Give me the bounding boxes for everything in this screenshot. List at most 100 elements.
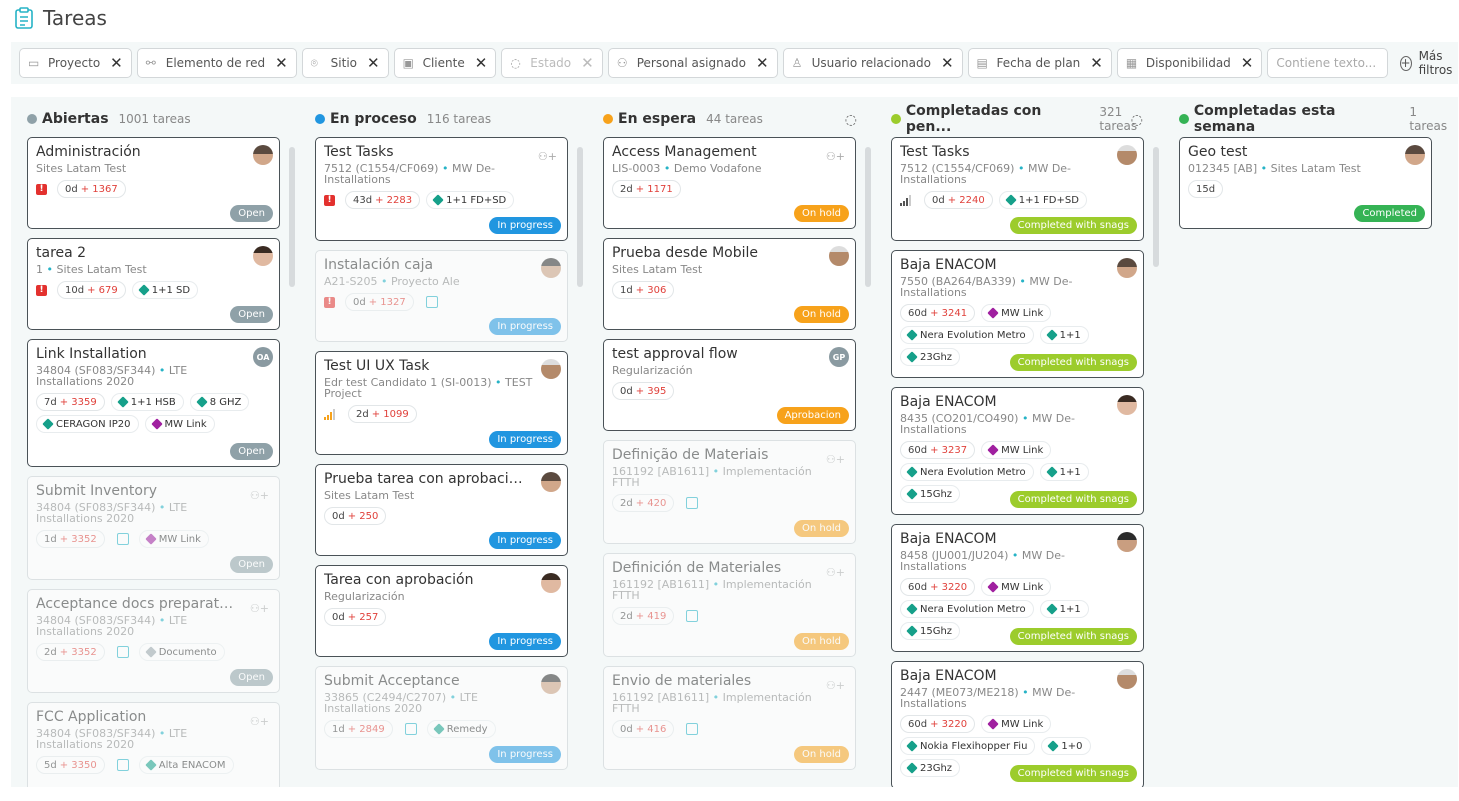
avatar[interactable]: GP xyxy=(829,347,849,367)
task-card[interactable]: Geo test 012345 [AB] • Sites Latam Test 15… xyxy=(1179,137,1432,229)
task-card[interactable]: Test Tasks 7512 (C1554/CF069) • MW De-Ins… xyxy=(315,137,568,241)
avatar[interactable] xyxy=(1117,145,1137,165)
task-card[interactable]: Prueba tarea con aprobación Sites Latam T… xyxy=(315,464,568,556)
task-card[interactable]: Access Management LIS-0003 • Demo Vodafon… xyxy=(603,137,856,229)
filter-chip-label: Personal asignado xyxy=(636,56,747,70)
task-card[interactable]: Baja ENACOM 8435 (CO201/CO490) • MW De-In… xyxy=(891,387,1144,515)
task-card[interactable]: Prueba desde Mobile Sites Latam Test 1d + 3… xyxy=(603,238,856,330)
status-label: In progress xyxy=(497,749,553,760)
task-card[interactable]: Submit Acceptance 33865 (C2494/C2707) • L… xyxy=(315,666,568,770)
filter-chip-sitio[interactable]: ⌾ Sitio ✕ xyxy=(301,48,389,78)
close-icon[interactable]: ✕ xyxy=(941,55,954,71)
avatar[interactable] xyxy=(541,472,561,492)
more-filters-button[interactable]: + Más filtros xyxy=(1399,49,1459,77)
filter-chip-label: Proyecto xyxy=(48,56,101,70)
avatar[interactable] xyxy=(253,246,273,266)
separator-dot-icon: • xyxy=(1015,275,1030,288)
avatar[interactable] xyxy=(541,573,561,593)
task-card[interactable]: Baja ENACOM 8458 (JU001/JU204) • MW De-In… xyxy=(891,524,1144,652)
scrollbar[interactable] xyxy=(1153,147,1159,267)
task-card[interactable]: Test Tasks 7512 (C1554/CF069) • MW De-Ins… xyxy=(891,137,1144,241)
status-dot-icon xyxy=(315,114,325,124)
close-icon[interactable]: ✕ xyxy=(110,55,123,71)
avatar[interactable] xyxy=(829,246,849,266)
filter-chip-label: Disponibilidad xyxy=(1145,56,1231,70)
avatar[interactable] xyxy=(1117,395,1137,415)
avatar[interactable] xyxy=(1117,258,1137,278)
close-icon[interactable]: ✕ xyxy=(475,55,488,71)
task-card[interactable]: Test UI UX Task Edr test Candidato 1 (SI-… xyxy=(315,351,568,455)
status-label: Open xyxy=(238,208,265,219)
task-card[interactable]: Baja ENACOM 2447 (ME073/ME218) • MW De-In… xyxy=(891,661,1144,787)
filter-chip-elemento-de-red[interactable]: ⚯ Elemento de red ✕ xyxy=(136,48,297,78)
task-project: Demo Vodafone xyxy=(673,162,762,175)
task-meta-row: 2d + 420 xyxy=(612,494,847,516)
tag-chip: 15Ghz xyxy=(900,485,961,503)
add-user-icon[interactable]: ⚇+ xyxy=(538,150,557,163)
eye-off-icon[interactable]: ◌ xyxy=(1131,112,1143,128)
duration-overdue: + 257 xyxy=(347,611,379,623)
user-icon: ♙ xyxy=(791,56,803,70)
avatar[interactable] xyxy=(253,145,273,165)
filter-chip-usuario-relacionado[interactable]: ♙ Usuario relacionado ✕ xyxy=(782,48,963,78)
filter-chip-estado[interactable]: ◌ Estado ✕ xyxy=(501,48,603,78)
close-icon[interactable]: ✕ xyxy=(581,55,594,71)
tag-icon xyxy=(1045,603,1058,615)
tag-icon xyxy=(987,307,999,319)
close-icon[interactable]: ✕ xyxy=(1241,55,1254,71)
task-card[interactable]: Envio de materiales 161192 [AB1611] • Imp… xyxy=(603,666,856,770)
tag-icon xyxy=(145,533,157,545)
eye-off-icon[interactable]: ◌ xyxy=(845,112,857,128)
avatar[interactable] xyxy=(541,359,561,379)
task-card[interactable]: tarea 2 1 • Sites Latam Test! 10d + 679 1+1 … xyxy=(27,238,280,330)
filter-chip-label: Sitio xyxy=(330,56,357,70)
scrollbar[interactable] xyxy=(289,147,295,287)
add-user-icon[interactable]: ⚇+ xyxy=(826,566,845,579)
add-user-icon[interactable]: ⚇+ xyxy=(250,715,269,728)
filter-chip-label: Usuario relacionado xyxy=(811,56,931,70)
scrollbar[interactable] xyxy=(577,147,583,287)
add-user-icon[interactable]: ⚇+ xyxy=(826,453,845,466)
task-card[interactable]: Tarea con aprobación Regularización 0d + 25… xyxy=(315,565,568,657)
filter-chip-disponibilidad[interactable]: ▦ Disponibilidad ✕ xyxy=(1116,48,1263,78)
filter-chip-personal-asignado[interactable]: ⚇ Personal asignado ✕ xyxy=(607,48,778,78)
duration-overdue: + 3241 xyxy=(930,307,968,319)
task-card[interactable]: Link Installation 34804 (SF083/SF344) • L… xyxy=(27,339,280,467)
avatar[interactable] xyxy=(541,674,561,694)
close-icon[interactable]: ✕ xyxy=(275,55,288,71)
search-input[interactable]: Contiene texto... xyxy=(1267,48,1388,78)
avatar[interactable] xyxy=(1405,145,1425,165)
signal-bars-icon xyxy=(900,194,912,206)
separator-dot-icon: • xyxy=(1257,162,1271,175)
task-card[interactable]: Administración Sites Latam Test! 0d + 1367 O… xyxy=(27,137,280,229)
avatar[interactable] xyxy=(1117,669,1137,689)
add-user-icon[interactable]: ⚇+ xyxy=(826,150,845,163)
calendar-check-icon: ▦ xyxy=(1125,56,1138,70)
column-count: 1 tareas xyxy=(1409,105,1448,133)
close-icon[interactable]: ✕ xyxy=(1090,55,1103,71)
add-user-icon[interactable]: ⚇+ xyxy=(826,679,845,692)
task-subtitle: Edr test Candidato 1 (SI-0013) • TEST Pr… xyxy=(324,377,539,399)
task-card[interactable]: Submit Inventory 34804 (SF083/SF344) • LT… xyxy=(27,476,280,580)
close-icon[interactable]: ✕ xyxy=(367,55,380,71)
task-card[interactable]: Definición de Materiales 161192 [AB1611] … xyxy=(603,553,856,657)
duration-overdue: + 416 xyxy=(635,723,667,735)
task-card[interactable]: Definição de Materiais 161192 [AB1611] • … xyxy=(603,440,856,544)
task-card[interactable]: FCC Application 34804 (SF083/SF344) • LTE… xyxy=(27,702,280,787)
avatar[interactable] xyxy=(1117,532,1137,552)
filter-chip-cliente[interactable]: ▣ Cliente ✕ xyxy=(393,48,497,78)
filter-chip-proyecto[interactable]: ▭ Proyecto ✕ xyxy=(19,48,132,78)
add-user-icon[interactable]: ⚇+ xyxy=(250,489,269,502)
task-card[interactable]: Instalación caja A21-S205 • Proyecto Ale!… xyxy=(315,250,568,342)
task-meta-row: ! 10d + 679 1+1 SD xyxy=(36,281,271,303)
add-user-icon[interactable]: ⚇+ xyxy=(250,602,269,615)
avatar[interactable] xyxy=(541,258,561,278)
filter-chip-fecha-de-plan[interactable]: ▤ Fecha de plan ✕ xyxy=(967,48,1112,78)
avatar[interactable]: OA xyxy=(253,347,273,367)
task-card[interactable]: Acceptance docs preparation 34804 (SF083/… xyxy=(27,589,280,693)
tag-icon xyxy=(1005,194,1017,206)
task-card[interactable]: test approval flow Regularización 0d + 395 G… xyxy=(603,339,856,431)
close-icon[interactable]: ✕ xyxy=(756,55,769,71)
scrollbar[interactable] xyxy=(865,147,871,287)
task-card[interactable]: Baja ENACOM 7550 (BA264/BA339) • MW De-In… xyxy=(891,250,1144,378)
